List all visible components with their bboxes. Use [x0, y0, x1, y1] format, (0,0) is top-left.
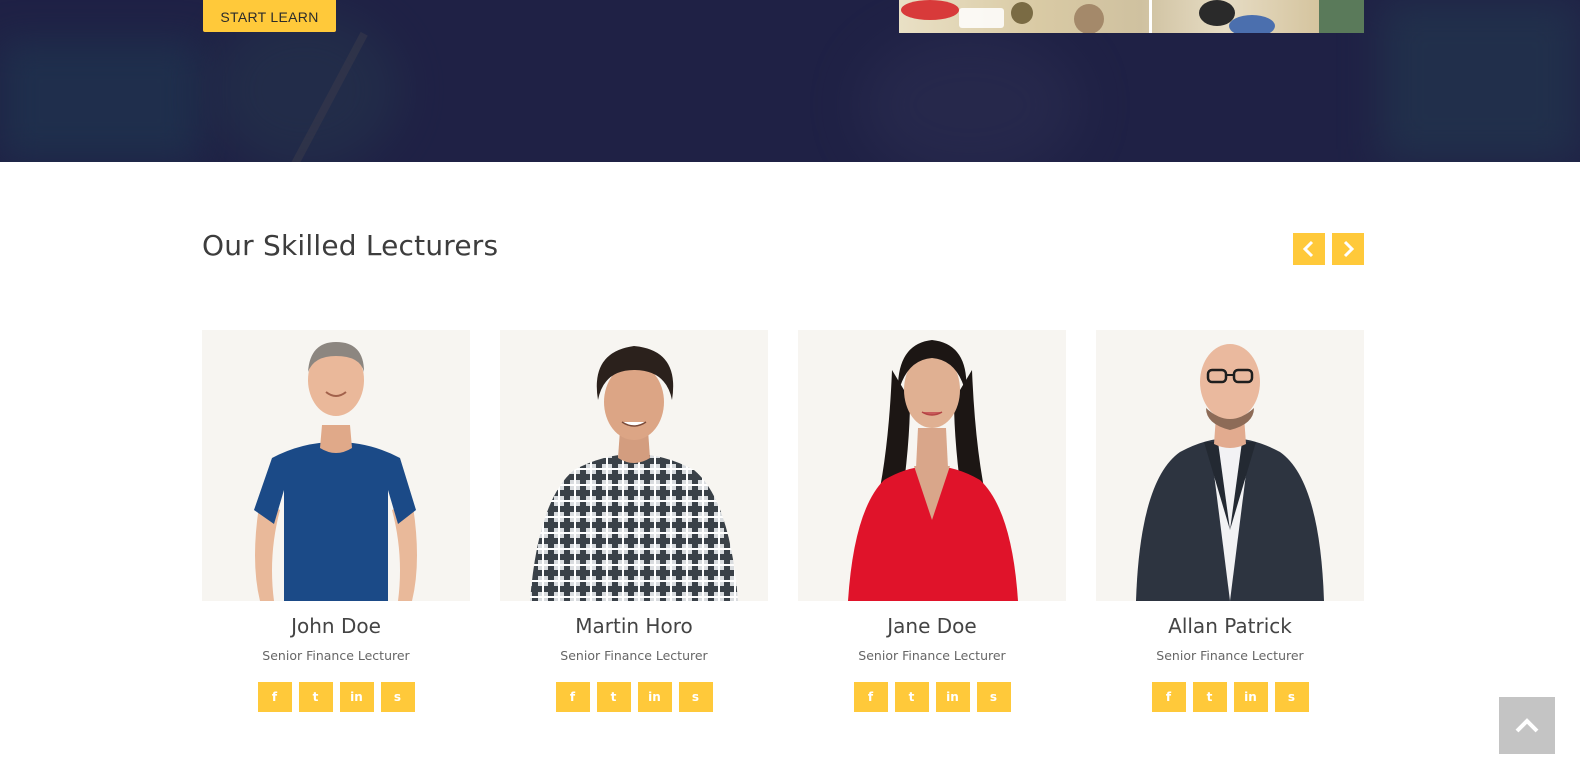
chevron-left-icon	[1302, 240, 1314, 258]
lecturer-photo	[202, 330, 470, 601]
lecturer-photo	[500, 330, 768, 601]
facebook-icon[interactable]: f	[257, 682, 292, 712]
lecturer-name: Jane Doe	[887, 614, 977, 638]
facebook-icon[interactable]: f	[853, 682, 888, 712]
chevron-right-icon	[1343, 240, 1355, 258]
lecturer-card: John Doe Senior Finance Lecturer f t in …	[202, 330, 470, 720]
facebook-icon[interactable]: f	[1151, 682, 1186, 712]
carousel-prev-button[interactable]	[1293, 233, 1325, 265]
lecturer-card: Jane Doe Senior Finance Lecturer f t in …	[798, 330, 1066, 720]
section-title: Our Skilled Lecturers	[202, 229, 499, 262]
facebook-icon[interactable]: f	[555, 682, 590, 712]
linkedin-icon[interactable]: in	[339, 682, 374, 712]
start-learn-button[interactable]: START LEARN	[203, 0, 336, 32]
lecturer-role: Senior Finance Lecturer	[1156, 648, 1304, 663]
twitter-icon[interactable]: t	[1192, 682, 1227, 712]
lecturer-role: Senior Finance Lecturer	[858, 648, 1006, 663]
linkedin-icon[interactable]: in	[935, 682, 970, 712]
lecturer-photo	[1096, 330, 1364, 601]
lecturer-card: Martin Horo Senior Finance Lecturer f t …	[500, 330, 768, 720]
twitter-icon[interactable]: t	[894, 682, 929, 712]
skype-icon[interactable]: s	[380, 682, 415, 712]
lecturer-role: Senior Finance Lecturer	[262, 648, 410, 663]
carousel-next-button[interactable]	[1332, 233, 1364, 265]
social-links: f t in s	[798, 682, 1066, 712]
lecturer-photo	[798, 330, 1066, 601]
hero-background-shade	[860, 30, 1080, 162]
social-links: f t in s	[202, 682, 470, 712]
lecturer-name: Martin Horo	[575, 614, 693, 638]
lecturer-name: Allan Patrick	[1168, 614, 1292, 638]
chevron-up-icon	[1515, 717, 1539, 732]
hero-banner: START LEARN	[0, 0, 1580, 162]
twitter-icon[interactable]: t	[298, 682, 333, 712]
back-to-top-button[interactable]	[1499, 697, 1555, 754]
skype-icon[interactable]: s	[1274, 682, 1309, 712]
social-links: f t in s	[500, 682, 768, 712]
lecturer-card: Allan Patrick Senior Finance Lecturer f …	[1096, 330, 1364, 720]
lecturer-name: John Doe	[291, 614, 381, 638]
linkedin-icon[interactable]: in	[637, 682, 672, 712]
social-links: f t in s	[1096, 682, 1364, 712]
hero-classroom-image	[899, 0, 1364, 33]
skype-icon[interactable]: s	[678, 682, 713, 712]
hero-background-shade	[0, 40, 200, 162]
hero-background-shade	[1380, 0, 1580, 162]
linkedin-icon[interactable]: in	[1233, 682, 1268, 712]
skype-icon[interactable]: s	[976, 682, 1011, 712]
twitter-icon[interactable]: t	[596, 682, 631, 712]
lecturer-role: Senior Finance Lecturer	[560, 648, 708, 663]
